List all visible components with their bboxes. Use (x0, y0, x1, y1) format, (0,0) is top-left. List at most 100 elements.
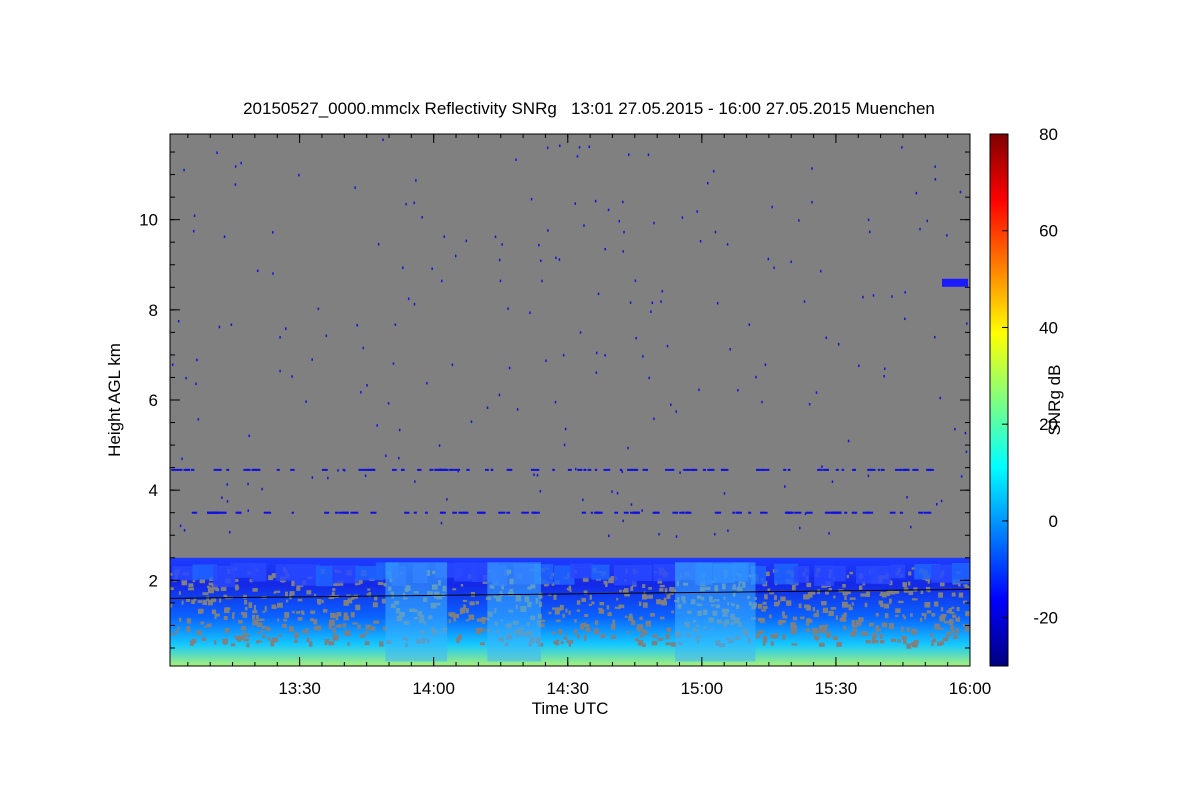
echo-gap (224, 628, 230, 633)
echo-gap (600, 634, 605, 639)
noise-dot (311, 476, 314, 479)
noise-line-segment (531, 511, 537, 514)
noise-dot (867, 474, 870, 478)
echo-gap (317, 598, 322, 604)
echo-gap (170, 587, 174, 591)
echo-gap (333, 583, 339, 586)
echo-gap (585, 627, 591, 632)
noise-line-segment (714, 511, 718, 514)
noise-dot (808, 403, 811, 406)
echo-gap (372, 602, 378, 608)
noise-dot (803, 300, 806, 303)
echo-gap (460, 584, 464, 587)
y-tick-label: 4 (149, 481, 158, 500)
noise-dot (216, 151, 218, 154)
echo-gap (342, 623, 347, 628)
echo-gap (337, 624, 343, 628)
echo-gap (762, 605, 768, 609)
noise-dot (271, 231, 274, 234)
echo-gap (315, 625, 322, 631)
echo-gap (540, 619, 546, 623)
noise-dot (811, 200, 813, 204)
echo-gap (642, 602, 648, 608)
echo-gap (931, 613, 936, 617)
echo-gap (786, 600, 792, 606)
echo-gap (931, 639, 937, 642)
echo-gap (648, 586, 652, 590)
echo-gap (355, 604, 361, 611)
noise-dot (414, 480, 416, 483)
noise-dot (285, 327, 287, 330)
noise-dot (272, 272, 274, 275)
echo-gap (374, 596, 378, 601)
y-tick-label: 10 (139, 211, 158, 230)
noise-line-segment (552, 468, 555, 471)
noise-line-segment (291, 511, 294, 514)
echo-gap (888, 590, 894, 595)
noise-dot (387, 402, 390, 405)
noise-dot (494, 235, 497, 239)
noise-dot (726, 243, 729, 246)
echo-gap (940, 607, 944, 612)
noise-line-segment (466, 468, 470, 471)
noise-dot (653, 221, 655, 225)
noise-line-segment (783, 468, 787, 471)
echo-gap (614, 606, 621, 609)
upper-echo (942, 278, 968, 287)
echo-gap (760, 618, 765, 624)
echo-gap (178, 617, 182, 623)
noise-dot (936, 503, 938, 506)
echo-gap (663, 597, 667, 603)
noise-dot (413, 302, 416, 306)
noise-dot (564, 427, 567, 431)
echo-gap (332, 629, 335, 633)
x-tick-label: 16:00 (949, 679, 992, 698)
echo-gap (365, 630, 369, 635)
noise-dot (516, 408, 519, 411)
echo-gap (381, 598, 386, 604)
noise-dot (799, 526, 801, 530)
echo-gap (832, 636, 839, 641)
echo-gap (913, 639, 919, 644)
noise-line-segment (817, 468, 823, 471)
noise-dot (327, 476, 329, 480)
noise-line-segment (191, 511, 198, 514)
noise-dot (563, 443, 566, 447)
echo-gap (924, 602, 931, 608)
echo-gap (946, 631, 951, 637)
echo-gap (237, 636, 242, 642)
echo-gap (907, 581, 911, 586)
echo-gap (860, 593, 867, 597)
noise-dot (815, 391, 818, 394)
noise-line-segment (823, 468, 828, 471)
noise-dot (595, 371, 598, 374)
echo-gap (911, 630, 917, 635)
echo-gap (830, 607, 837, 610)
echo-gap (955, 617, 959, 622)
echo-gap (904, 635, 907, 639)
noise-dot (939, 396, 941, 400)
echo-gap (271, 604, 277, 609)
echo-gap (556, 619, 561, 623)
noise-dot (622, 519, 624, 523)
noise-dot (279, 369, 281, 373)
echo-gap (671, 610, 674, 614)
noise-dot (872, 294, 875, 297)
echo-gap (670, 591, 674, 595)
noise-dot (867, 218, 870, 222)
echo-gap (468, 614, 475, 620)
echo-gap (283, 618, 288, 622)
noise-dot (618, 219, 621, 223)
echo-gap (310, 610, 316, 614)
noise-dot (582, 498, 584, 502)
echo-gap (836, 641, 842, 647)
echo-gap (181, 580, 188, 586)
noise-line-segment (530, 468, 535, 471)
echo-band-cell (793, 566, 810, 583)
echo-gap (243, 599, 248, 605)
noise-dot (707, 181, 709, 185)
noise-line-segment (679, 511, 685, 514)
echo-gap (800, 616, 805, 620)
echo-gap (883, 603, 890, 609)
echo-gap (230, 643, 236, 647)
